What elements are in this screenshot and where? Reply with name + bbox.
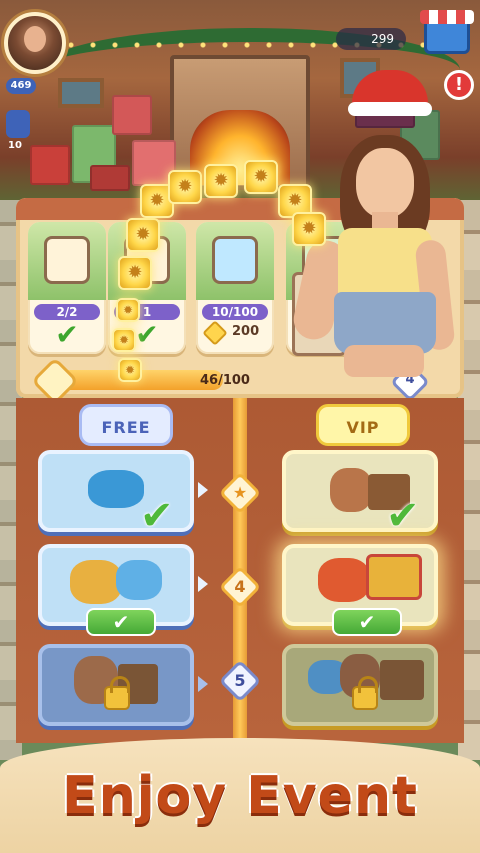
character-legs [344,345,424,377]
claimed-check-icon: ✔ [386,493,420,539]
slot-pointer [198,676,208,692]
tier-node-star-icon: ★ [232,483,248,502]
avatar-face [24,26,46,52]
gift-box [112,95,152,135]
claim-button[interactable]: ✔ [86,608,156,636]
blue-gems-icon [116,560,162,600]
gold-coins-icon [70,560,122,604]
santa-hat-rim [348,102,432,116]
tile-trail-piece [118,256,152,290]
player-level-badge: 469 [6,78,36,94]
tile-trail-piece [292,212,326,246]
slot-pointer [198,482,208,498]
gift-box [30,145,70,185]
event-title: Enjoy Event [62,766,418,826]
tile-trail-piece [204,164,238,198]
tile-currency-icon [202,320,228,346]
tile-trail-piece [118,358,142,382]
claimed-check-icon: ✔ [140,493,174,539]
side-quest-counter: 10 [8,140,22,151]
task-card[interactable]: 2/2 ✔ [28,222,106,354]
currency-counter: 299 [336,28,406,50]
shop-awning-icon [420,10,474,24]
lock-icon [104,676,130,710]
tile-trail-piece [244,160,278,194]
tier-node-number: 5 [234,671,246,690]
watering-can-icon [212,236,258,284]
character-face [356,148,414,218]
clay-pot-icon [330,468,372,512]
check-icon: ✔ [55,318,79,351]
tier-node-number: 4 [234,577,246,596]
claim-button[interactable]: ✔ [332,608,402,636]
treasure-chest-icon [366,554,422,600]
vip-track-label: VIP [316,404,410,446]
tile-trail-piece [126,218,160,252]
side-quest-icon[interactable] [6,110,30,138]
slot-pointer [198,576,208,592]
alert-icon[interactable]: ! [444,70,474,100]
task-reward: 200 [232,324,260,339]
red-ore-icon [318,558,370,602]
toolbox-icon [380,660,424,700]
tile-trail-piece [168,170,202,204]
event-progress-text: 46/100 [200,373,250,388]
tile-trail-piece [116,298,140,322]
tile-trail-piece [112,328,136,352]
free-track-label: FREE [79,404,173,446]
blue-ore-icon [88,470,144,508]
clipboard-icon [44,236,90,284]
gift-box [90,165,130,191]
task-progress: 10/100 [202,304,268,320]
task-card[interactable]: 10/100 200 [196,222,274,354]
lock-icon [352,676,378,710]
